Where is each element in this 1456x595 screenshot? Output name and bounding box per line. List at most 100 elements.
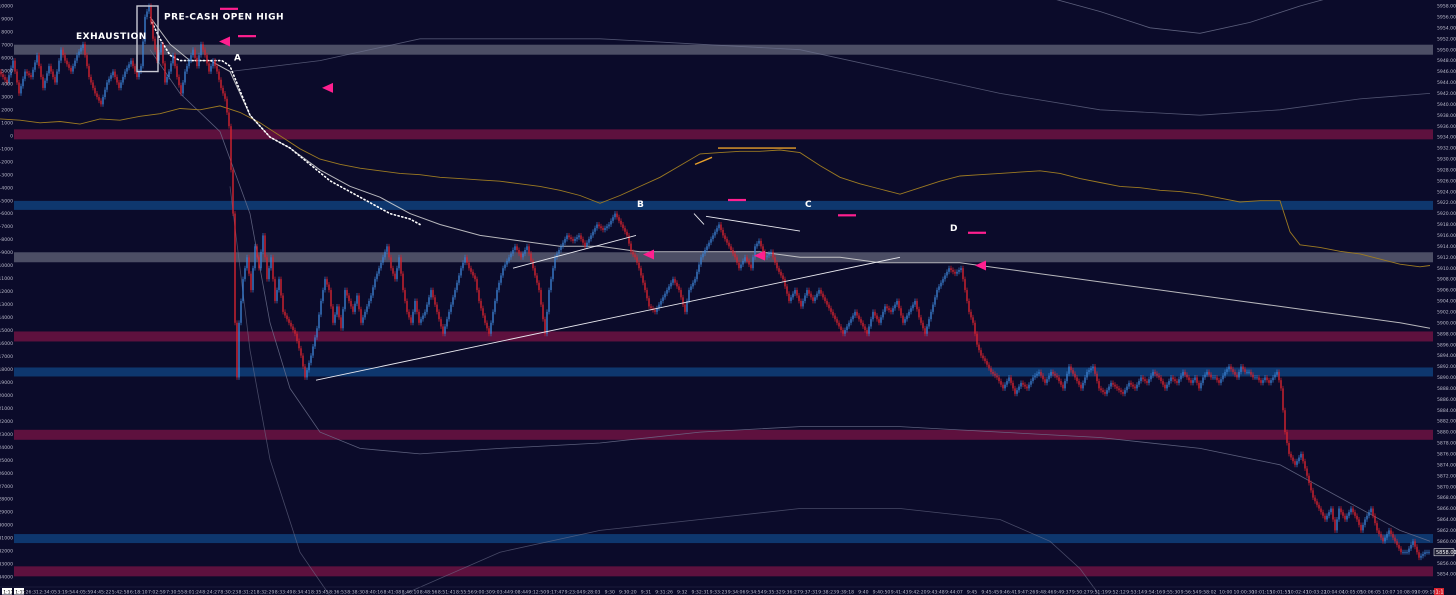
time-tick-label: 9:39:18 [836,589,854,595]
candle-body [430,290,432,298]
candle-body [1406,552,1408,554]
candle-body [1274,374,1276,378]
candle-body [1258,377,1260,381]
candle-body [732,249,734,254]
candle-body [1098,381,1100,389]
left-tick-label: -27000 [0,484,13,490]
candle-body [128,64,130,68]
candle-body [2,74,4,78]
candle-body [124,71,126,78]
time-tick-label: 9:33:23 [710,589,728,595]
candle-body [890,310,892,312]
candle-body [1016,390,1018,394]
candle-body [152,22,154,39]
candle-body [702,253,704,258]
candle-body [530,253,532,261]
right-tick-label: 5900.00 [1437,320,1456,326]
candle-body [338,306,340,318]
candle-body [966,290,968,301]
time-tick-label: 10:09:18 [1415,589,1436,595]
candle-body [510,253,512,258]
candle-body [1344,515,1346,520]
candle-body [1408,548,1410,553]
candle-body [16,71,18,83]
candle-body [858,315,860,320]
right-axis-background [1433,0,1456,595]
candle-body [450,304,452,312]
candle-body [976,333,978,345]
candle-body [1182,371,1184,376]
candle-body [352,306,354,312]
candle-body [454,290,456,298]
price-chart[interactable]: EXHAUSTIONPRE-CASH OPEN HIGHABCD 1000090… [0,0,1456,595]
right-tick-label: 5922.00 [1437,200,1456,206]
candle-body [768,253,770,256]
candle-body [668,286,670,291]
candle-body [236,322,238,378]
candle-body [1410,544,1412,549]
candle-body [1078,381,1080,385]
left-tick-label: 1000 [1,120,13,126]
candle-body [504,264,506,269]
time-tick-label: 10:00 [1219,589,1232,595]
candle-body [1220,379,1222,383]
right-tick-label: 5904.00 [1437,299,1456,305]
candle-body [1136,384,1138,389]
candle-body [1006,381,1008,385]
candle-body [1298,457,1300,462]
candle-body [1178,379,1180,383]
candle-body [418,311,420,323]
left-tick-label: 4000 [1,81,13,87]
time-tick-label: 8:32:29 [257,589,275,595]
candle-body [202,44,204,50]
candle-body [264,235,266,258]
chart-window: EXHAUSTIONPRE-CASH OPEN HIGHABCD 1000090… [0,0,1456,595]
candle-body [1380,534,1382,538]
candle-body [532,260,534,269]
time-tick-label: 9:46:41 [999,589,1017,595]
left-tick-label: 7000 [1,43,13,49]
left-tick-label: -4000 [0,185,13,191]
candle-body [884,306,886,312]
candle-body [862,322,864,327]
candle-body [694,279,696,283]
candle-body [1284,410,1286,433]
candle-body [1166,384,1168,389]
candle-body [28,73,30,76]
candle-body [1204,374,1206,378]
candle-body [406,300,408,312]
candle-body [1018,386,1020,391]
candle-body [1366,515,1368,520]
candle-body [464,257,466,263]
candle-body [508,257,510,261]
candle-body [608,224,610,227]
candle-body [168,71,170,78]
candle-body [222,87,224,94]
candle-body [604,228,606,230]
candle-body [1350,508,1352,513]
left-tick-label: -1000 [0,146,13,152]
candle-body [1188,377,1190,381]
candle-body [514,246,516,250]
candle-body [660,300,662,305]
candle-body [1328,512,1330,516]
candle-body [54,77,56,83]
candle-body [1070,366,1072,371]
candle-body [598,224,600,227]
candle-body [34,62,36,70]
candle-body [36,55,38,63]
candle-body [1082,382,1084,389]
candle-body [506,260,508,265]
candle-body [140,66,142,72]
candle-body [692,282,694,287]
candle-body [948,268,950,272]
candle-body [1384,537,1386,542]
candle-body [766,255,768,258]
candle-body [880,317,882,323]
candle-body [752,257,754,269]
candle-body [1076,377,1078,382]
candle-body [194,49,196,58]
candle-body [468,262,470,269]
right-tick-label: 5892.00 [1437,364,1456,370]
right-tick-label: 5910.00 [1437,266,1456,272]
